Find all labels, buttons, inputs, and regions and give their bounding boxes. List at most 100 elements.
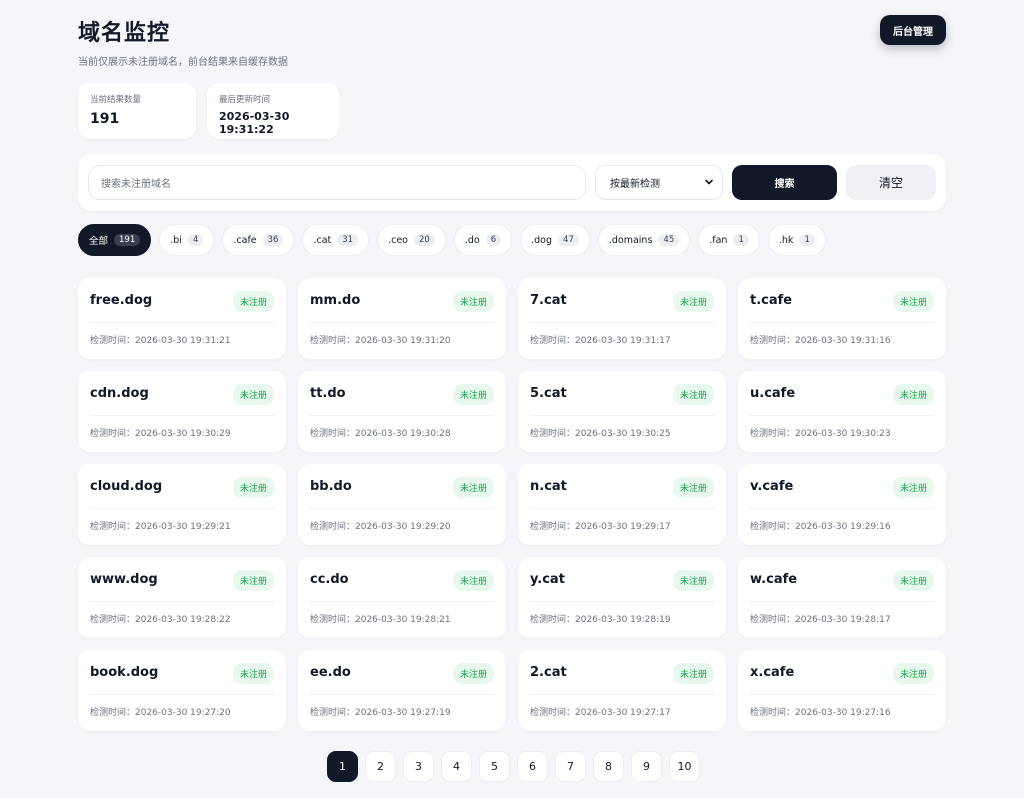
domain-card[interactable]: book.dog 未注册 检测时间：2026-03-30 19:27:20	[78, 650, 286, 731]
status-badge: 未注册	[452, 570, 494, 591]
card-divider	[750, 508, 934, 509]
status-badge: 未注册	[232, 663, 274, 684]
page-button[interactable]: 3	[403, 751, 434, 782]
search-input[interactable]: 搜索未注册域名	[88, 165, 586, 200]
domain-card[interactable]: 5.cat 未注册 检测时间：2026-03-30 19:30:25	[518, 371, 726, 452]
filter-chip-do[interactable]: .do 6	[453, 224, 513, 256]
check-time: 检测时间：2026-03-30 19:29:20	[310, 522, 451, 532]
domain-card[interactable]: bb.do 未注册检测时间：2026-03-30 19:29:20	[298, 464, 506, 545]
domain-name: u.cafe	[750, 386, 796, 401]
domain-name: bb.do	[310, 479, 352, 494]
filter-chip-dog[interactable]: .dog 47	[520, 224, 590, 256]
domain-name: 7.cat	[530, 293, 567, 308]
status-badge: 未注册	[232, 570, 274, 591]
domain-name: 5.cat	[530, 386, 567, 401]
filter-chip-bi[interactable]: .bi 4	[159, 224, 215, 256]
page-title: 域名监控	[78, 21, 171, 46]
filter-chip-hk[interactable]: .hk 1	[767, 224, 826, 256]
check-time: 检测时间：2026-03-30 19:29:16	[750, 522, 891, 532]
domain-name: x.cafe	[750, 665, 795, 680]
search-button[interactable]: 搜索	[732, 165, 837, 200]
chip-label: .cat	[313, 234, 332, 246]
status-badge: 未注册	[672, 384, 714, 405]
page-button[interactable]: 9	[631, 751, 662, 782]
check-time: 检测时间：2026-03-30 19:27:19	[310, 708, 451, 718]
status-badge: 未注册	[892, 291, 934, 312]
domain-card[interactable]: n.cat 未注册 检测时间：2026-03-30 19:29:17	[518, 464, 726, 545]
domain-card[interactable]: www.dog 未注册 检测时间：2026-03-30 19:28:22	[78, 557, 286, 638]
domain-name: mm.do	[310, 293, 361, 308]
status-badge: 未注册	[672, 663, 714, 684]
chip-label: .domains	[608, 234, 653, 246]
chip-label: .hk	[778, 234, 794, 246]
stat-value: 191	[90, 111, 120, 127]
status-badge: 未注册	[452, 477, 494, 498]
tld-filter-chips: 全部 191 .bi 4 .cafe 36 .cat 31 .ceo 20 .do 6 .d…	[78, 224, 826, 256]
status-badge: 未注册	[892, 663, 934, 684]
domain-name: cc.do	[310, 572, 349, 587]
filter-chip-cat[interactable]: .cat 31	[302, 224, 370, 256]
status-badge: 未注册	[672, 570, 714, 591]
page-button[interactable]: 5	[479, 751, 510, 782]
page-button[interactable]: 2	[365, 751, 396, 782]
chip-count: 4	[187, 234, 204, 246]
card-divider	[310, 694, 494, 695]
filter-chip-cafe[interactable]: .cafe 36	[222, 224, 295, 256]
chip-count: 36	[262, 234, 284, 246]
domain-card[interactable]: cc.do 未注册 检测时间：2026-03-30 19:28:21	[298, 557, 506, 638]
stat-last-updated: 最后更新时间 2026-03-30 19:31:22	[207, 83, 339, 139]
chip-label: .ceo	[388, 234, 408, 246]
card-divider	[750, 601, 934, 602]
filter-chip-all[interactable]: 全部 191	[78, 224, 152, 256]
page-button-current[interactable]: 1	[327, 751, 358, 782]
card-divider	[310, 322, 494, 323]
domain-card[interactable]: cloud.dog 未注册 检测时间：2026-03-30 19:29:21	[78, 464, 286, 545]
card-divider	[750, 322, 934, 323]
sort-select[interactable]: 按最新检测	[595, 165, 723, 200]
card-divider	[530, 322, 714, 323]
domain-card[interactable]: u.cafe 未注册 检测时间：2026-03-30 19:30:23	[738, 371, 946, 452]
clear-button[interactable]: 清空	[846, 165, 936, 200]
filter-chip-fan[interactable]: .fan 1	[698, 224, 760, 256]
domain-card[interactable]: ee.do 未注册 检测时间：2026-03-30 19:27:19	[298, 650, 506, 731]
page-button[interactable]: 7	[555, 751, 586, 782]
domain-card[interactable]: free.dog 未注册 检测时间：2026-03-30 19:31:21	[78, 278, 286, 359]
page-button[interactable]: 4	[441, 751, 472, 782]
filter-chip-domains[interactable]: .domains 45	[597, 224, 691, 256]
check-time: 检测时间：2026-03-30 19:31:20	[310, 336, 451, 346]
domain-card[interactable]: x.cafe 未注册 检测时间：2026-03-30 19:27:16	[738, 650, 946, 731]
card-divider	[90, 601, 274, 602]
check-time: 检测时间：2026-03-30 19:27:17	[530, 708, 671, 718]
status-badge: 未注册	[452, 384, 494, 405]
domain-card[interactable]: v.cafe 未注册 检测时间：2026-03-30 19:29:16	[738, 464, 946, 545]
page-button[interactable]: 6	[517, 751, 548, 782]
domain-name: cdn.dog	[90, 386, 149, 401]
domain-card[interactable]: 2.cat 未注册 检测时间：2026-03-30 19:27:17	[518, 650, 726, 731]
status-badge: 未注册	[232, 477, 274, 498]
domain-card[interactable]: t.cafe 未注册 检测时间：2026-03-30 19:31:16	[738, 278, 946, 359]
chip-count: 1	[733, 234, 749, 246]
domain-name: free.dog	[90, 293, 153, 308]
stat-value: 2026-03-30 19:31:22	[219, 110, 290, 136]
check-time: 检测时间：2026-03-30 19:29:17	[530, 522, 671, 532]
page-subtitle: 当前仅展示未注册域名，前台结果来自缓存数据	[78, 57, 288, 68]
domain-card[interactable]: w.cafe 未注册 检测时间：2026-03-30 19:28:17	[738, 557, 946, 638]
card-divider	[750, 694, 934, 695]
chip-label: .fan	[709, 234, 728, 246]
check-time: 检测时间：2026-03-30 19:30:29	[90, 429, 231, 439]
domain-card[interactable]: 7.cat 未注册 检测时间：2026-03-30 19:31:17	[518, 278, 726, 359]
chip-count: 191	[114, 234, 141, 246]
domain-card[interactable]: cdn.dog 未注册 检测时间：2026-03-30 19:30:29	[78, 371, 286, 452]
card-divider	[310, 415, 494, 416]
filter-chip-ceo[interactable]: .ceo 20	[377, 224, 446, 256]
chip-label: .bi	[170, 234, 182, 246]
domain-card[interactable]: y.cat 未注册 检测时间：2026-03-30 19:28:19	[518, 557, 726, 638]
check-time: 检测时间：2026-03-30 19:30:28	[310, 429, 451, 439]
admin-button[interactable]: 后台管理	[880, 15, 946, 45]
card-divider	[90, 415, 274, 416]
page-button[interactable]: 8	[593, 751, 624, 782]
domain-card[interactable]: mm.do 未注册 检测时间：2026-03-30 19:31:20	[298, 278, 506, 359]
domain-card[interactable]: tt.do 未注册 检测时间：2026-03-30 19:30:28	[298, 371, 506, 452]
page-button[interactable]: 10	[669, 751, 700, 782]
domain-name: y.cat	[530, 572, 565, 587]
